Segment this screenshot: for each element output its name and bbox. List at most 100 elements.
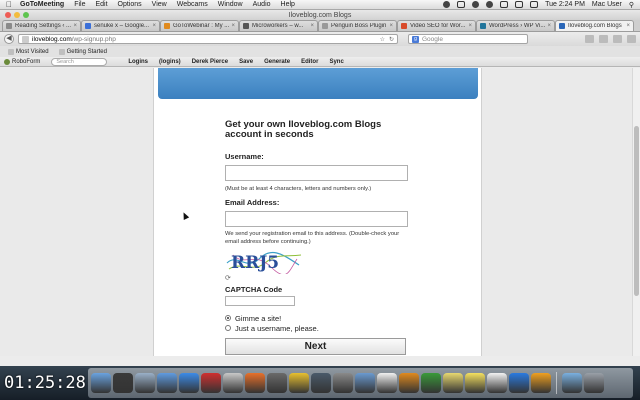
bluetooth-icon[interactable] <box>486 1 494 8</box>
roboform-menu[interactable]: RoboForm <box>4 58 40 65</box>
itunes-icon[interactable] <box>157 373 177 393</box>
radio-username-only[interactable]: Just a username, please. <box>225 324 415 333</box>
roboform-sync[interactable]: Sync <box>329 59 343 65</box>
finder-icon[interactable] <box>91 373 111 393</box>
captcha-input[interactable] <box>225 296 295 306</box>
tab-close-icon[interactable]: × <box>152 23 156 29</box>
tab-close-icon[interactable]: × <box>626 23 630 29</box>
roboform-logins[interactable]: Logins <box>128 59 148 65</box>
trash-icon[interactable] <box>584 373 604 393</box>
menu-options[interactable]: Options <box>118 1 142 8</box>
mail-icon[interactable] <box>135 373 155 393</box>
system-preferences-icon[interactable] <box>333 373 353 393</box>
tab-close-icon[interactable]: × <box>389 23 393 29</box>
menu-webcams[interactable]: Webcams <box>177 1 208 8</box>
browser-tab[interactable]: Video SEO for Wor... × <box>397 20 476 31</box>
home-icon[interactable] <box>599 35 608 43</box>
tab-close-icon[interactable]: × <box>73 23 77 29</box>
camtasia-icon[interactable] <box>421 373 441 393</box>
menubar-clock[interactable]: Tue 2:24 PM <box>545 1 585 8</box>
rocket-icon[interactable] <box>267 373 287 393</box>
menu-audio[interactable]: Audio <box>253 1 271 8</box>
roboform-search-input[interactable]: Search <box>51 57 108 66</box>
roboform-generate[interactable]: Generate <box>264 59 290 65</box>
roboform-identity[interactable]: Derek Pierce <box>192 59 228 65</box>
teamviewer-icon[interactable] <box>509 373 529 393</box>
gotomeeting-icon[interactable] <box>399 373 419 393</box>
folder-icon[interactable] <box>562 373 582 393</box>
captcha-refresh-icon[interactable]: ⟳ <box>225 274 415 282</box>
photo-booth-icon[interactable] <box>201 373 221 393</box>
tab-label: Reading Settings ‹ ... <box>15 23 72 29</box>
clock-status-icon[interactable] <box>443 1 451 8</box>
downloads-icon[interactable] <box>585 35 594 43</box>
menu-app-name[interactable]: GoToMeeting <box>20 1 64 8</box>
display-icon[interactable] <box>457 1 466 8</box>
browser-tab[interactable]: Iloveblog.com Blogs × <box>555 20 634 31</box>
scrollbar-thumb[interactable] <box>634 126 639 296</box>
reload-icon[interactable]: ↻ <box>389 36 394 43</box>
roboform-logins-list[interactable]: (logins) <box>159 59 181 65</box>
browser-tab[interactable]: Penguin Boss Plugin × <box>318 20 397 31</box>
browser-tab[interactable]: senuke x – Google... × <box>81 20 160 31</box>
minimize-window-icon[interactable] <box>14 12 20 18</box>
time-machine-icon[interactable] <box>311 373 331 393</box>
menu-icon[interactable] <box>627 35 636 43</box>
browser-tab[interactable]: WordPress › WP Vi... × <box>476 20 555 31</box>
bookmark-getting-started[interactable]: Getting Started <box>58 48 107 55</box>
radio-gimme-site[interactable]: Gimme a site! <box>225 314 415 323</box>
volume-icon[interactable] <box>515 1 524 8</box>
email-input[interactable] <box>225 211 408 227</box>
stickies-icon[interactable] <box>465 373 485 393</box>
browser-tab[interactable]: Reading Settings ‹ ... × <box>2 20 81 31</box>
zoom-window-icon[interactable] <box>23 12 29 18</box>
textedit-icon[interactable] <box>377 373 397 393</box>
bookmark-star-icon[interactable]: ☆ <box>380 36 385 43</box>
dashboard-icon[interactable] <box>113 373 133 393</box>
menubar-tray: Tue 2:24 PM Mac User ⚲ <box>443 1 634 9</box>
chrome-icon[interactable] <box>289 373 309 393</box>
roboform-editor[interactable]: Editor <box>301 59 318 65</box>
dock-separator <box>556 372 557 394</box>
radio-button-selected[interactable] <box>225 315 231 321</box>
url-bar[interactable]: iloveblog.com/wp-signup.php ☆ ↻ <box>18 34 398 44</box>
flower-icon[interactable] <box>531 373 551 393</box>
search-bar[interactable]: g Google <box>408 34 528 44</box>
menu-edit[interactable]: Edit <box>95 1 107 8</box>
calendar-icon[interactable] <box>487 373 507 393</box>
username-hint: (Must be at least 4 characters, letters … <box>225 186 372 192</box>
wifi-icon[interactable] <box>500 1 509 8</box>
menubar-user[interactable]: Mac User <box>592 1 622 8</box>
username-input[interactable] <box>225 165 408 181</box>
time-machine-status-icon[interactable] <box>472 1 480 8</box>
radio-button[interactable] <box>225 325 231 331</box>
spotlight-icon[interactable]: ⚲ <box>629 1 634 9</box>
roboform-save[interactable]: Save <box>239 59 253 65</box>
apple-icon[interactable]:  <box>6 0 14 9</box>
tab-close-icon[interactable]: × <box>231 23 235 29</box>
site-identity-icon[interactable] <box>22 35 29 43</box>
app-store-icon[interactable] <box>179 373 199 393</box>
addon-icon[interactable] <box>613 35 622 43</box>
next-button[interactable]: Next <box>225 337 406 355</box>
browser-tab[interactable]: Microworkers – w... × <box>239 20 318 31</box>
menu-view[interactable]: View <box>152 1 167 8</box>
menu-window[interactable]: Window <box>218 1 243 8</box>
preview-icon[interactable] <box>355 373 375 393</box>
notes-icon[interactable] <box>443 373 463 393</box>
back-button[interactable]: ◀ <box>4 34 14 44</box>
bookmark-most-visited[interactable]: Most Visited <box>8 48 49 55</box>
menu-help[interactable]: Help <box>281 1 295 8</box>
launchpad-icon[interactable] <box>223 373 243 393</box>
page-scrollbar[interactable] <box>632 68 640 356</box>
browser-tab[interactable]: GoToWebinar : My ... × <box>160 20 239 31</box>
menu-file[interactable]: File <box>74 1 85 8</box>
firefox-icon[interactable] <box>245 373 265 393</box>
folder-icon <box>8 48 14 55</box>
battery-icon[interactable] <box>530 1 539 8</box>
close-window-icon[interactable] <box>5 12 11 18</box>
tab-close-icon[interactable]: × <box>468 23 472 29</box>
tab-close-icon[interactable]: × <box>310 23 314 29</box>
google-engine-icon[interactable]: g <box>412 35 419 43</box>
tab-close-icon[interactable]: × <box>547 23 551 29</box>
